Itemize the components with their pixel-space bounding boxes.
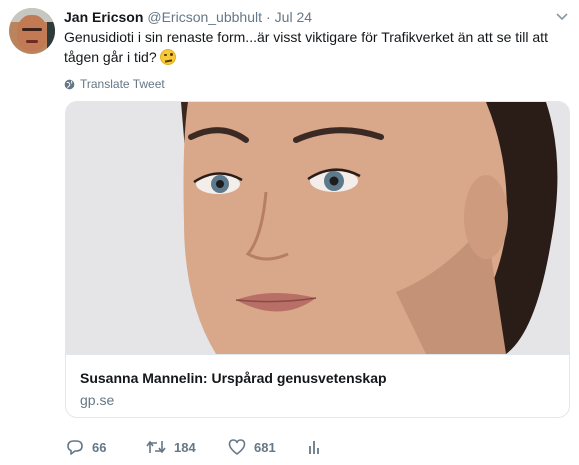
- card-body[interactable]: Susanna Mannelin: Urspårad genusvetenska…: [66, 354, 569, 417]
- avatar[interactable]: [9, 8, 55, 54]
- reply-icon: [67, 440, 83, 455]
- tweet-text: Genusidioti i sin renaste form...är viss…: [64, 27, 564, 67]
- tweet-header: Jan Ericson @Ericson_ubbhult · Jul 24: [64, 8, 312, 26]
- heart-icon: [228, 439, 246, 455]
- analytics-button[interactable]: [308, 437, 330, 457]
- card-domain: gp.se: [80, 392, 115, 408]
- like-button[interactable]: 681: [228, 437, 276, 457]
- retweet-icon: [146, 440, 166, 454]
- tweet-actions: 66 184 681: [66, 437, 366, 457]
- like-count: 681: [254, 439, 276, 455]
- tweet-date[interactable]: Jul 24: [275, 9, 312, 25]
- rolling-eyes-emoji-icon: [159, 49, 176, 65]
- translate-label: Translate Tweet: [80, 77, 165, 91]
- retweet-button[interactable]: 184: [146, 437, 196, 457]
- separator-dot: ·: [266, 9, 271, 25]
- translate-tweet-link[interactable]: Translate Tweet: [64, 76, 165, 92]
- tweet-text-content: Genusidioti i sin renaste form...är viss…: [64, 29, 548, 65]
- reply-count: 66: [92, 439, 107, 455]
- author-name[interactable]: Jan Ericson: [64, 9, 143, 25]
- link-card[interactable]: Susanna Mannelin: Urspårad genusvetenska…: [65, 101, 570, 418]
- globe-icon: [64, 79, 75, 89]
- tweet[interactable]: Jan Ericson @Ericson_ubbhult · Jul 24 Ge…: [0, 0, 579, 465]
- chevron-down-icon[interactable]: [555, 12, 569, 22]
- portrait-photo: [66, 102, 569, 354]
- analytics-icon: [309, 441, 319, 454]
- reply-button[interactable]: 66: [66, 437, 106, 457]
- retweet-count: 184: [174, 439, 196, 455]
- author-handle[interactable]: @Ericson_ubbhult: [147, 9, 262, 25]
- card-title[interactable]: Susanna Mannelin: Urspårad genusvetenska…: [80, 370, 387, 386]
- card-image[interactable]: [66, 102, 569, 354]
